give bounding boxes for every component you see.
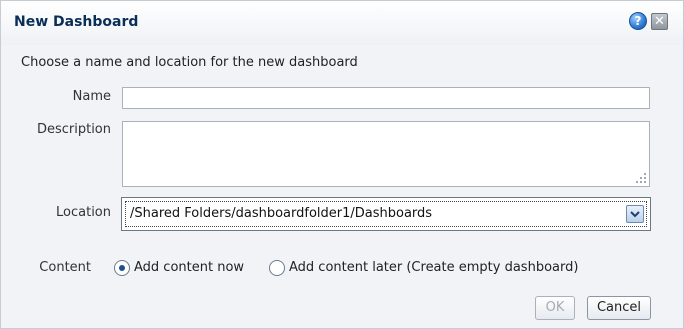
chevron-down-icon[interactable] [626,205,644,223]
cancel-button[interactable]: Cancel [587,296,651,320]
resize-grip-icon[interactable] [636,173,646,183]
content-label: Content [39,260,91,275]
name-label: Name [72,89,111,104]
title-bar: New Dashboard ? ✕ [1,1,683,45]
location-select[interactable]: /Shared Folders/dashboardfolder1/Dashboa… [121,197,651,231]
description-label: Description [36,122,111,137]
ok-button[interactable]: OK [535,296,575,320]
location-label: Location [56,205,111,220]
add-content-later-label[interactable]: Add content later (Create empty dashboar… [289,260,578,275]
dialog-title: New Dashboard [14,14,139,30]
dialog-intro: Choose a name and location for the new d… [21,55,358,70]
new-dashboard-dialog: New Dashboard ? ✕ Choose a name and loca… [0,0,684,329]
name-input[interactable] [122,87,650,109]
add-content-now-label[interactable]: Add content now [134,260,244,275]
help-icon[interactable]: ? [629,12,647,30]
add-content-later-radio[interactable] [269,260,285,276]
chevron-down-glyph [630,211,640,218]
location-value: /Shared Folders/dashboardfolder1/Dashboa… [130,206,433,221]
close-icon[interactable]: ✕ [651,13,668,30]
add-content-now-radio[interactable] [114,260,130,276]
description-textarea[interactable] [122,121,650,187]
